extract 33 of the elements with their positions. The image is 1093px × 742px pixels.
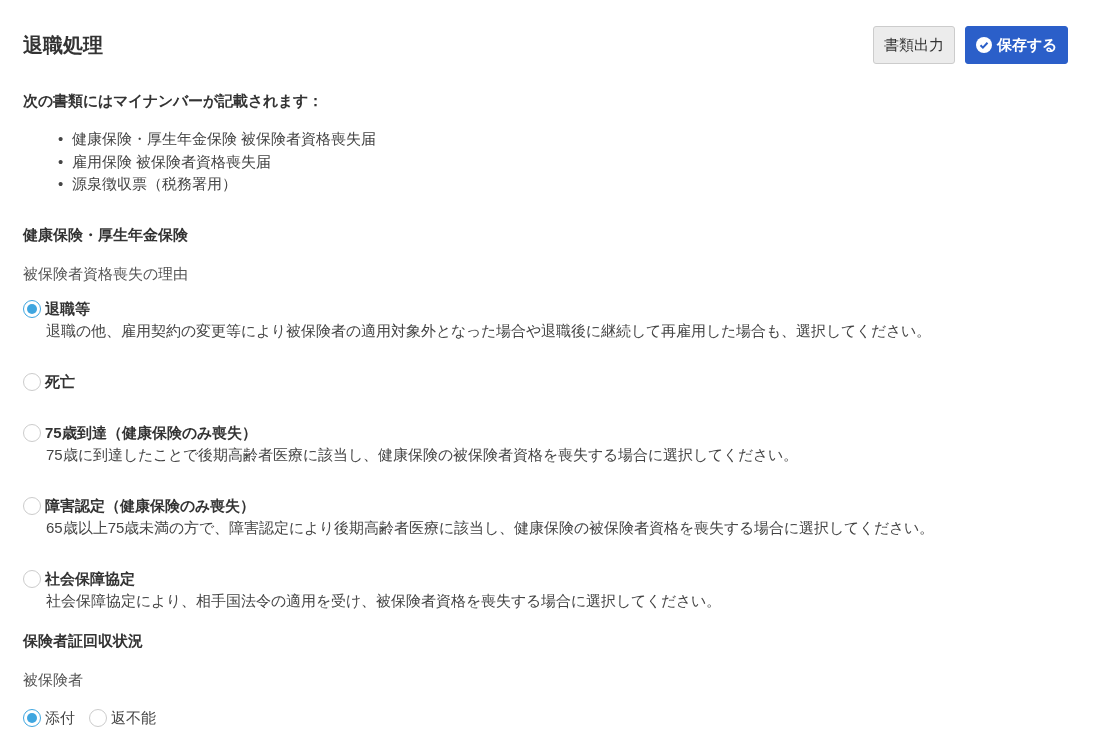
- bullet-marker: •: [58, 174, 64, 194]
- option-description: 社会保障協定により、相手国法令の適用を受け、被保険者資格を喪失する場合に選択してください。: [46, 590, 722, 611]
- field-label: 被保険者資格喪失の理由: [23, 264, 189, 284]
- radio-button[interactable]: [23, 423, 41, 442]
- bullet-marker: •: [58, 129, 64, 149]
- bullet-marker: •: [58, 151, 64, 172]
- page-title: 退職処理: [23, 32, 103, 58]
- radio-button[interactable]: [23, 496, 41, 515]
- option-label: 添付: [45, 707, 75, 728]
- export-button[interactable]: 書類出力: [873, 26, 955, 64]
- notice-heading: 次の書類にはマイナンバーが記載されます：: [23, 92, 324, 111]
- option-label: 75歳到達（健康保険のみ喪失）: [45, 422, 257, 443]
- radio-button[interactable]: [23, 708, 41, 727]
- check-circle-icon: [976, 37, 992, 53]
- document-list-item: 雇用保険 被保険者資格喪失届: [72, 151, 272, 172]
- section-heading: 健康保険・厚生年金保険: [23, 225, 189, 245]
- radio-button[interactable]: [23, 372, 41, 391]
- option-description: 65歳以上75歳未満の方で、障害認定により後期高齢者医療に該当し、健康保険の被保険者資格を喪失する場合に選択してください。: [46, 517, 936, 538]
- option-label: 社会保障協定: [45, 568, 135, 589]
- document-list-item: 源泉徴収票（税務署用）: [72, 174, 238, 194]
- option-description: 75歳に到達したことで後期高齢者医療に該当し、健康保険の被保険者資格を喪失する場合に選択してください。: [46, 444, 799, 465]
- option-label: 返不能: [111, 707, 156, 728]
- option-description: 退職の他、雇用契約の変更等により被保険者の適用対象外となった場合や退職後に継続して再雇用した場合も、選択してください。: [46, 320, 932, 341]
- save-button[interactable]: 保存する: [965, 26, 1068, 64]
- radio-button[interactable]: [23, 299, 41, 318]
- option-label: 退職等: [45, 298, 90, 319]
- section-heading: 保険者証回収状況: [23, 631, 144, 651]
- field-label: 被保険者: [23, 670, 84, 690]
- document-list-item: 健康保険・厚生年金保険 被保険者資格喪失届: [72, 129, 377, 149]
- radio-button[interactable]: [89, 708, 107, 727]
- radio-button[interactable]: [23, 569, 41, 588]
- option-label: 障害認定（健康保険のみ喪失）: [45, 495, 255, 516]
- option-label: 死亡: [45, 371, 75, 392]
